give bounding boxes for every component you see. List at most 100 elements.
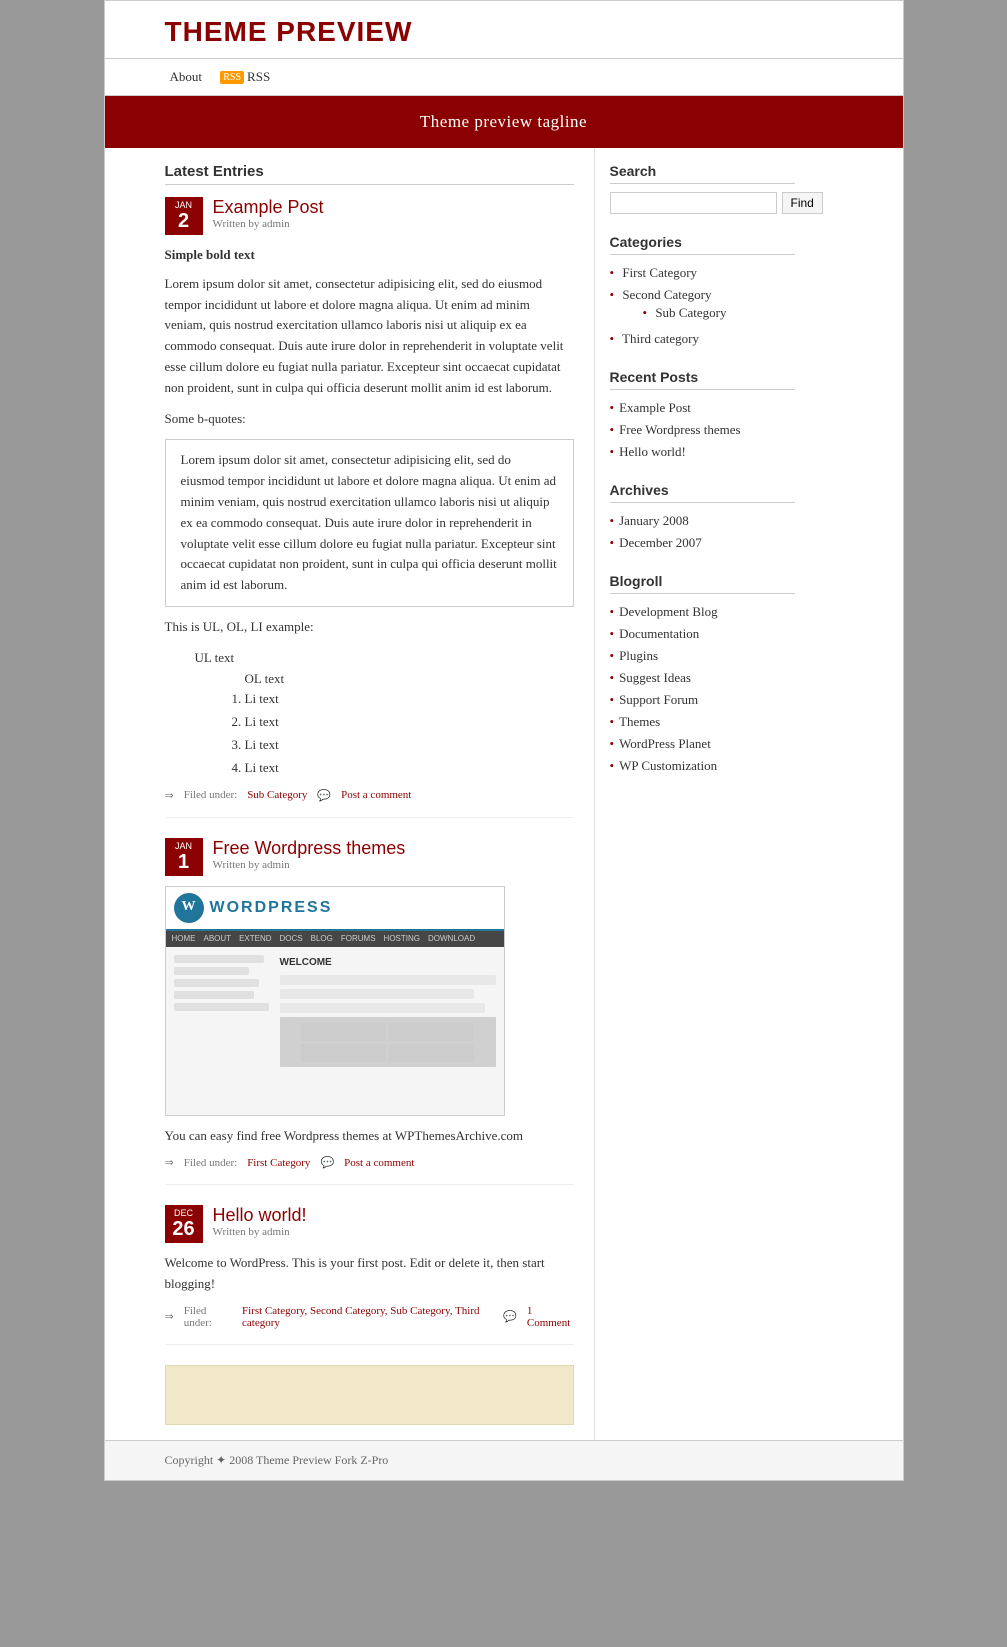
archive-jan2008: January 2008 xyxy=(610,511,795,531)
subcategory-link[interactable]: Sub Category xyxy=(655,305,726,320)
sidebar-search-section: Search Find xyxy=(610,163,795,214)
main-section-title: Latest Entries xyxy=(165,163,574,185)
wp-content-line xyxy=(280,989,474,999)
post-title-area-free: Free Wordpress themes Written by admin xyxy=(213,838,406,871)
post-title-link-free[interactable]: Free Wordpress themes xyxy=(213,838,406,858)
site-title: THEME PREVIEW xyxy=(165,16,883,48)
post-author-free: Written by admin xyxy=(213,859,406,871)
nav-separator xyxy=(212,69,215,85)
recent-post-link-0[interactable]: Example Post xyxy=(619,400,691,415)
category-link-third[interactable]: Third category xyxy=(622,331,699,346)
wp-nav-forums: FORUMS xyxy=(341,933,376,946)
recent-post-link-2[interactable]: Hello world! xyxy=(619,444,686,459)
list-item: Li text xyxy=(245,735,574,756)
wp-thumb xyxy=(301,1023,386,1041)
wp-nav-home: HOME xyxy=(172,933,196,946)
wp-welcome-text: WELCOME xyxy=(280,955,496,971)
post-content-hello: Welcome to WordPress. This is your first… xyxy=(165,1253,574,1295)
date-box-jan2: JAN 2 xyxy=(165,197,203,235)
blogroll-link-7[interactable]: WP Customization xyxy=(619,758,717,773)
search-input[interactable] xyxy=(610,192,777,214)
category-item-first: First Category xyxy=(610,263,795,283)
archive-link-jan[interactable]: January 2008 xyxy=(619,513,689,528)
date-box-dec26: DEC 26 xyxy=(165,1205,203,1243)
filed-under-link[interactable]: Sub Category xyxy=(247,789,307,801)
post-footer-example: ⇒ Filed under: Sub Category 💬 Post a com… xyxy=(165,789,574,802)
category-link-first[interactable]: First Category xyxy=(622,265,697,280)
nav-about[interactable]: About xyxy=(165,67,208,87)
post-month-dec: DEC xyxy=(170,1208,198,1218)
date-box-jan1: JAN 1 xyxy=(165,838,203,876)
post-comment-link2[interactable]: Post a comment xyxy=(344,1157,414,1169)
wp-main-col: WELCOME xyxy=(280,955,496,1106)
blogroll-link-4[interactable]: Support Forum xyxy=(619,692,698,707)
post-bold-heading: Simple bold text xyxy=(165,245,574,266)
post-header-hello: DEC 26 Hello world! Written by admin xyxy=(165,1205,574,1243)
wp-thumb xyxy=(389,1044,474,1062)
post-title-area-hello: Hello world! Written by admin xyxy=(213,1205,307,1238)
post-title-link-hello[interactable]: Hello world! xyxy=(213,1205,307,1225)
footer-comment-icon2: 💬 xyxy=(320,1156,334,1169)
sidebar-categories-title: Categories xyxy=(610,234,795,255)
ul-item: UL text xyxy=(195,650,235,665)
wp-sidebar-item xyxy=(174,1003,269,1011)
filed-categories-link[interactable]: First Category, Second Category, Sub Cat… xyxy=(242,1305,493,1329)
post-author: Written by admin xyxy=(213,218,324,230)
blogroll-0: Development Blog xyxy=(610,602,795,622)
content-wrapper: Latest Entries JAN 2 Example Post Writte… xyxy=(105,148,903,1440)
wp-sidebar-col xyxy=(174,955,274,1106)
blogroll-link-1[interactable]: Documentation xyxy=(619,626,699,641)
recent-post-link-1[interactable]: Free Wordpress themes xyxy=(619,422,740,437)
filed-under-label: Filed under: xyxy=(184,789,237,801)
archive-link-dec[interactable]: December 2007 xyxy=(619,535,702,550)
filed-under-label2: Filed under: xyxy=(184,1157,237,1169)
blogroll-list: Development Blog Documentation Plugins S… xyxy=(610,602,795,776)
list-item: Li text xyxy=(245,712,574,733)
blogroll-link-6[interactable]: WordPress Planet xyxy=(619,736,711,751)
category-link-second[interactable]: Second Category xyxy=(622,287,711,302)
blogroll-6: WordPress Planet xyxy=(610,734,795,754)
wp-nav-download: DOWNLOAD xyxy=(428,933,475,946)
wordpress-screenshot: W WordPress HOME ABOUT EXTEND DOCS BLOG … xyxy=(165,886,505,1116)
footer-copyright-text: Copyright ✦ 2008 Theme Preview Fork Z-Pr… xyxy=(165,1453,389,1467)
sidebar-recent-section: Recent Posts Example Post Free Wordpress… xyxy=(610,369,795,462)
wp-thumb-grid xyxy=(301,1023,474,1062)
post-header-free: JAN 1 Free Wordpress themes Written by a… xyxy=(165,838,574,876)
blogroll-link-0[interactable]: Development Blog xyxy=(619,604,718,619)
sidebar-recent-title: Recent Posts xyxy=(610,369,795,390)
footer-comment-icon3: 💬 xyxy=(503,1310,517,1323)
blogroll-4: Support Forum xyxy=(610,690,795,710)
post-day-26: 26 xyxy=(170,1218,198,1240)
wp-nav-bar: HOME ABOUT EXTEND DOCS BLOG FORUMS HOSTI… xyxy=(166,931,504,948)
wp-logo-text: WordPress xyxy=(210,895,333,921)
wp-nav-about: ABOUT xyxy=(204,933,232,946)
recent-post-0: Example Post xyxy=(610,398,795,418)
search-button[interactable]: Find xyxy=(782,192,823,214)
post-example-post: JAN 2 Example Post Written by admin Simp… xyxy=(165,197,574,818)
sidebar-search-title: Search xyxy=(610,163,795,184)
wp-header: W WordPress xyxy=(166,887,504,931)
ol-item: OL text xyxy=(245,671,285,686)
post-header-example: JAN 2 Example Post Written by admin xyxy=(165,197,574,235)
post-day: 1 xyxy=(170,851,198,873)
filed-under-link2[interactable]: First Category xyxy=(247,1157,310,1169)
free-themes-text: You can easy find free Wordpress themes … xyxy=(165,1128,524,1143)
nav-bar: About RSS RSS xyxy=(105,59,903,96)
categories-list: First Category Second Category Sub Categ… xyxy=(610,263,795,349)
wp-thumb xyxy=(301,1044,386,1062)
blogroll-3: Suggest Ideas xyxy=(610,668,795,688)
sidebar-archives-title: Archives xyxy=(610,482,795,503)
post-title-link[interactable]: Example Post xyxy=(213,197,324,217)
recent-post-1: Free Wordpress themes xyxy=(610,420,795,440)
hello-body-text: Welcome to WordPress. This is your first… xyxy=(165,1253,574,1295)
post-author-hello: Written by admin xyxy=(213,1226,307,1238)
comment-count-link[interactable]: 1 Comment xyxy=(527,1305,574,1329)
wp-thumb xyxy=(389,1023,474,1041)
blogroll-link-2[interactable]: Plugins xyxy=(619,648,658,663)
post-comment-link[interactable]: Post a comment xyxy=(341,789,411,801)
blogroll-link-3[interactable]: Suggest Ideas xyxy=(619,670,691,685)
nav-rss[interactable]: RSS RSS xyxy=(220,69,270,85)
footer-tag-icon3: ⇒ xyxy=(165,1310,174,1323)
li-list: Li text Li text Li text Li text xyxy=(245,689,574,778)
blogroll-link-5[interactable]: Themes xyxy=(619,714,660,729)
